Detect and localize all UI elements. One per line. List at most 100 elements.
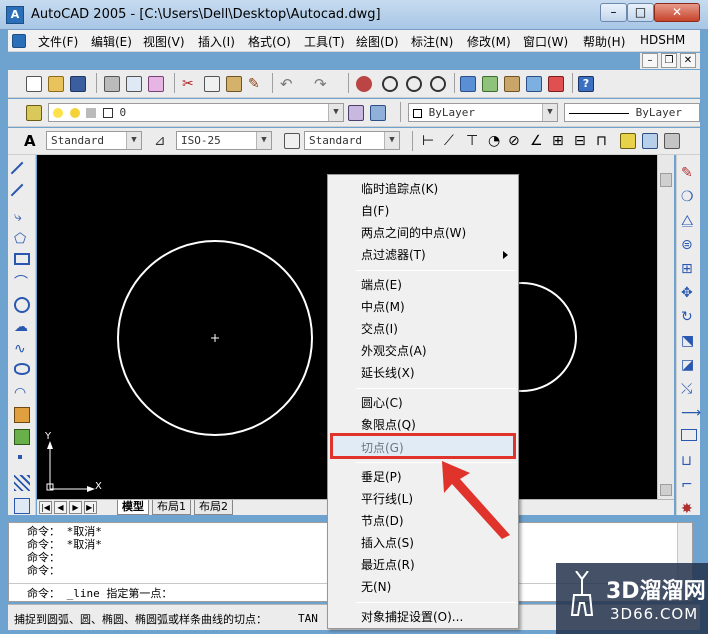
spline-icon[interactable]: ∿ bbox=[14, 341, 30, 357]
undo-icon[interactable]: ↶ bbox=[280, 76, 296, 92]
menu-item-center[interactable]: 圆心(C) bbox=[328, 392, 518, 414]
chamfer-icon[interactable]: ⌐ bbox=[681, 477, 697, 493]
menu-help[interactable]: 帮助(H) bbox=[583, 33, 625, 50]
arc-icon[interactable]: ⌒ bbox=[14, 275, 30, 291]
array-icon[interactable]: ⊞ bbox=[681, 261, 697, 277]
tab-next-button[interactable]: ▶ bbox=[69, 501, 82, 514]
design-center-icon[interactable] bbox=[482, 76, 498, 92]
chevron-down-icon[interactable]: ▼ bbox=[126, 132, 141, 149]
tab-prev-button[interactable]: ◀ bbox=[54, 501, 67, 514]
explode-icon[interactable]: ✸ bbox=[681, 501, 697, 517]
trim-icon[interactable]: ⤯ bbox=[681, 381, 697, 397]
leader-icon[interactable] bbox=[620, 133, 636, 149]
construction-line-icon[interactable] bbox=[10, 183, 34, 207]
center-mark-icon[interactable] bbox=[664, 133, 680, 149]
tab-last-button[interactable]: ▶| bbox=[84, 501, 97, 514]
rotate-icon[interactable]: ↻ bbox=[681, 309, 697, 325]
menu-item-nearest[interactable]: 最近点(R) bbox=[328, 554, 518, 576]
command-input[interactable]: 命令： _line 指定第一点： bbox=[27, 585, 172, 601]
polygon-icon[interactable]: ⬠ bbox=[14, 231, 30, 247]
layer-combo[interactable]: 0 ▼ bbox=[48, 103, 344, 122]
dim-style-combo[interactable]: ISO-25 ▼ bbox=[176, 131, 272, 150]
scroll-down-button[interactable] bbox=[660, 484, 672, 496]
linear-dimension-icon[interactable]: ⊢ bbox=[422, 133, 438, 149]
match-properties-icon[interactable]: ✎ bbox=[248, 76, 264, 92]
move-icon[interactable]: ✥ bbox=[681, 285, 697, 301]
radius-dimension-icon[interactable]: ◔ bbox=[488, 133, 504, 149]
offset-icon[interactable]: ⊜ bbox=[681, 237, 697, 253]
tab-model[interactable]: 模型 bbox=[117, 500, 149, 515]
print-preview-icon[interactable] bbox=[126, 76, 142, 92]
pan-realtime-icon[interactable] bbox=[356, 76, 372, 92]
scroll-thumb[interactable] bbox=[660, 173, 672, 187]
stretch-icon[interactable]: ◪ bbox=[681, 357, 697, 373]
tab-layout1[interactable]: 布局1 bbox=[152, 500, 191, 515]
zoom-realtime-icon[interactable] bbox=[382, 76, 398, 92]
join-icon[interactable]: ⊔ bbox=[681, 453, 697, 469]
linetype-combo[interactable]: ByLayer bbox=[564, 103, 700, 122]
help-icon[interactable]: ? bbox=[578, 76, 594, 92]
break-icon[interactable] bbox=[681, 429, 697, 441]
paste-icon[interactable] bbox=[226, 76, 242, 92]
menu-file[interactable]: 文件(F) bbox=[38, 33, 78, 50]
menu-modify[interactable]: 修改(M) bbox=[467, 33, 511, 50]
menu-item-endpoint[interactable]: 端点(E) bbox=[328, 274, 518, 296]
circle-icon[interactable] bbox=[14, 297, 30, 313]
menu-item-osnap-settings[interactable]: 对象捕捉设置(O)... bbox=[328, 606, 518, 628]
table-style-combo[interactable]: Standard ▼ bbox=[304, 131, 400, 150]
mdi-restore-button[interactable]: ❐ bbox=[661, 53, 677, 68]
vertical-scrollbar[interactable] bbox=[657, 155, 674, 499]
chevron-down-icon[interactable]: ▼ bbox=[384, 132, 399, 149]
revision-cloud-icon[interactable]: ☁ bbox=[14, 319, 30, 335]
ordinate-dimension-icon[interactable]: ⊤ bbox=[466, 133, 482, 149]
tolerance-icon[interactable] bbox=[642, 133, 658, 149]
autocad-app-icon[interactable]: A bbox=[6, 6, 24, 24]
menu-item-midpoint[interactable]: 中点(M) bbox=[328, 296, 518, 318]
menu-window[interactable]: 窗口(W) bbox=[523, 33, 568, 50]
menu-item-extension[interactable]: 延长线(X) bbox=[328, 362, 518, 384]
ellipse-arc-icon[interactable]: ◠ bbox=[14, 385, 30, 401]
menu-item-from[interactable]: 自(F) bbox=[328, 200, 518, 222]
copy-icon[interactable] bbox=[204, 76, 220, 92]
zoom-previous-icon[interactable] bbox=[430, 76, 446, 92]
save-icon[interactable] bbox=[70, 76, 86, 92]
print-icon[interactable] bbox=[104, 76, 120, 92]
menu-tools[interactable]: 工具(T) bbox=[304, 33, 345, 50]
new-file-icon[interactable] bbox=[26, 76, 42, 92]
menu-dimension[interactable]: 标注(N) bbox=[411, 33, 453, 50]
region-icon[interactable] bbox=[14, 498, 30, 514]
zoom-window-icon[interactable] bbox=[406, 76, 422, 92]
chevron-down-icon[interactable]: ▼ bbox=[256, 132, 271, 149]
angular-dimension-icon[interactable]: ∠ bbox=[530, 133, 546, 149]
redo-icon[interactable]: ↷ bbox=[314, 76, 330, 92]
baseline-dimension-icon[interactable]: ⊟ bbox=[574, 133, 590, 149]
close-button[interactable]: ✕ bbox=[654, 3, 700, 22]
text-style-icon[interactable]: A bbox=[24, 133, 40, 149]
tab-first-button[interactable]: |◀ bbox=[39, 501, 52, 514]
table-style-icon[interactable] bbox=[284, 133, 300, 149]
menu-insert[interactable]: 插入(I) bbox=[198, 33, 235, 50]
mdi-minimize-button[interactable]: – bbox=[642, 53, 658, 68]
menu-edit[interactable]: 编辑(E) bbox=[91, 33, 132, 50]
publish-icon[interactable] bbox=[148, 76, 164, 92]
menu-draw[interactable]: 绘图(D) bbox=[356, 33, 399, 50]
mirror-icon[interactable]: ⧋ bbox=[681, 213, 697, 229]
mdi-close-button[interactable]: ✕ bbox=[680, 53, 696, 68]
tool-palettes-icon[interactable] bbox=[504, 76, 520, 92]
extend-icon[interactable]: ⟶ bbox=[681, 405, 701, 421]
diameter-dimension-icon[interactable]: ⊘ bbox=[508, 133, 524, 149]
aligned-dimension-icon[interactable]: ⟋ bbox=[444, 133, 460, 149]
continue-dimension-icon[interactable]: ⊓ bbox=[596, 133, 612, 149]
menu-item-apparent-intersection[interactable]: 外观交点(A) bbox=[328, 340, 518, 362]
make-object-layer-current-icon[interactable] bbox=[348, 105, 364, 121]
markup-icon[interactable] bbox=[548, 76, 564, 92]
sheet-set-icon[interactable] bbox=[526, 76, 542, 92]
hatch-icon[interactable] bbox=[14, 475, 30, 491]
menu-format[interactable]: 格式(O) bbox=[248, 33, 291, 50]
text-style-combo[interactable]: Standard ▼ bbox=[46, 131, 142, 150]
line-icon[interactable] bbox=[10, 161, 34, 185]
menu-item-temp-track-point[interactable]: 临时追踪点(K) bbox=[328, 178, 518, 200]
point-icon[interactable] bbox=[18, 455, 22, 459]
tab-layout2[interactable]: 布局2 bbox=[194, 500, 233, 515]
make-block-icon[interactable] bbox=[14, 429, 30, 445]
